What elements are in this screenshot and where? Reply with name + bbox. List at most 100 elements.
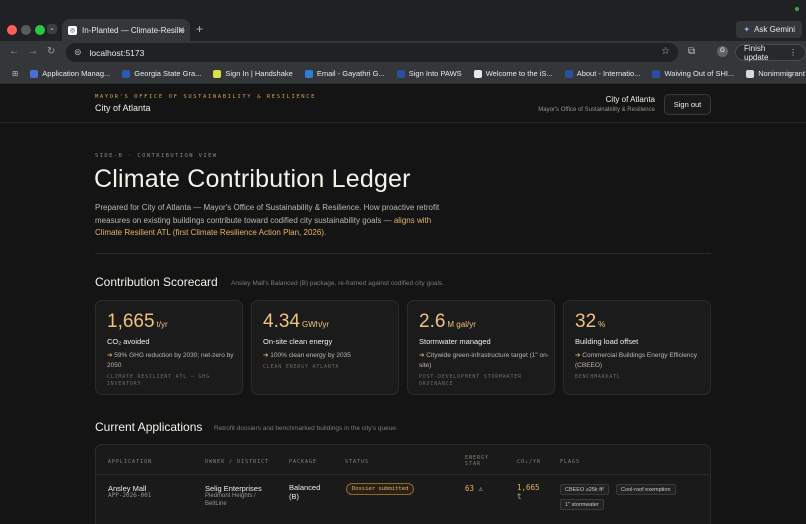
address-bar[interactable]: ⊜ localhost:5173 ☆ — [66, 43, 678, 62]
intro-end: . — [323, 228, 327, 237]
card-source: BENCHMARKATL — [575, 374, 621, 380]
co2-line1: 1,665 — [517, 483, 540, 492]
browser-toolbar: ← → ↻ ⊜ localhost:5173 ☆ ⧉ G Finish upda… — [0, 41, 806, 64]
col-header-package[interactable]: PACKAGE — [289, 459, 317, 465]
bookmark-item[interactable]: Nonimmigrant Vis... — [740, 69, 806, 78]
bookmark-label: About - Internatio... — [576, 69, 641, 78]
status-badge: Dossier submitted — [346, 483, 415, 495]
card-value: 4.34 GWh/yr — [263, 311, 329, 333]
new-tab-icon[interactable]: + — [196, 22, 203, 36]
applications-title: Current Applications — [95, 420, 203, 434]
application-id: APP-2026-001 — [108, 492, 152, 499]
card-value: 32% — [575, 311, 605, 333]
flag-chip: 1" stormwater — [560, 499, 604, 510]
reload-icon[interactable]: ↻ — [47, 46, 55, 57]
page-kicker: SIDE-B · CONTRIBUTION VIEW — [95, 153, 218, 159]
url-text: localhost:5173 — [89, 47, 145, 58]
card-value-number: 2.6 — [419, 311, 446, 332]
user-city: City of Atlanta — [605, 95, 655, 104]
col-header-status[interactable]: STATUS — [345, 459, 369, 465]
col-header-owner[interactable]: OWNER / DISTRICT — [205, 459, 269, 465]
card-note: ➔ Citywide green-infrastructure target (… — [419, 351, 549, 370]
apps-grid-icon[interactable]: ⊞ — [6, 69, 24, 78]
card-note: ➔ Commercial Buildings Energy Efficiency… — [575, 351, 705, 370]
bookmark-item[interactable]: Sign In | Handshake — [207, 69, 298, 78]
bookmark-favicon-icon — [473, 69, 482, 78]
card-note-text: 59% GHG reduction by 2030; net-zero by 2… — [107, 352, 234, 369]
card-unit: GWh/yr — [301, 320, 330, 329]
bookmark-item[interactable]: About - Internatio... — [559, 69, 647, 78]
card-value-number: 4.34 — [263, 311, 300, 332]
owner-name: Selig Enterprises — [205, 484, 262, 493]
bookmark-item[interactable]: Waiving Out of SHI... — [646, 69, 740, 78]
site-info-icon[interactable]: ⊜ — [74, 47, 82, 58]
bookmark-label: Waiving Out of SHI... — [664, 69, 735, 78]
minimize-window-button[interactable] — [21, 25, 31, 35]
card-value-number: 1,665 — [107, 311, 155, 332]
bookmarks-bar: ⊞ Application Manag... Georgia State Gra… — [0, 64, 806, 84]
col-header-application[interactable]: APPLICATION — [108, 459, 152, 465]
org-name[interactable]: City of Atlanta — [95, 103, 151, 113]
section-divider — [95, 253, 711, 254]
col-header-energy-star[interactable]: ENERGY STAR — [465, 455, 489, 467]
card-value-number: 32 — [575, 311, 597, 332]
card-value: 1,665 t/yr — [107, 311, 168, 333]
forward-arrow-icon[interactable]: → — [28, 46, 38, 57]
zoom-window-button[interactable] — [35, 25, 45, 35]
browser-tab-strip: ⌄ ◎ In-Planted — Climate-Resilie ✕ + ✦ A… — [0, 0, 806, 41]
card-unit: M gal/yr — [447, 320, 476, 329]
recording-indicator-icon — [795, 7, 799, 11]
bookmark-item[interactable]: Email - Gayathri G... — [299, 69, 391, 78]
col-header-flags[interactable]: FLAGS — [560, 459, 580, 465]
tab-search-icon[interactable]: ⌄ — [47, 24, 57, 34]
kebab-menu-icon: ⋮ — [789, 48, 797, 57]
card-label: On-site clean energy — [263, 337, 333, 346]
finish-update-button[interactable]: Finish update ⋮ — [735, 44, 806, 62]
bookmark-label: Email - Gayathri G... — [316, 69, 385, 78]
bookmark-label: Georgia State Gra... — [134, 69, 202, 78]
card-label: CO₂ avoided — [107, 337, 150, 346]
ask-gemini-label: Ask Gemini — [754, 25, 795, 34]
more-bookmarks-icon[interactable]: » — [787, 68, 792, 78]
table-header-divider — [96, 474, 710, 475]
scorecard-title: Contribution Scorecard — [95, 275, 218, 289]
back-arrow-icon[interactable]: ← — [9, 46, 19, 57]
org-kicker: MAYOR'S OFFICE OF SUSTAINABILITY & RESIL… — [95, 94, 317, 100]
sign-out-button[interactable]: Sign out — [664, 94, 711, 115]
page-title: Climate Contribution Ledger — [94, 165, 411, 193]
bookmark-item[interactable]: Georgia State Gra... — [116, 69, 207, 78]
card-value: 2.6 M gal/yr — [419, 311, 476, 333]
bookmark-item[interactable]: Sign Into PAWS — [391, 69, 468, 78]
energy-star-score: 63 ⚠ — [465, 484, 484, 493]
col-header-co2[interactable]: CO₂/YR — [517, 459, 541, 465]
bookmark-label: Sign In | Handshake — [225, 69, 293, 78]
bookmark-favicon-icon — [304, 69, 313, 78]
card-note: ➔ 59% GHG reduction by 2030; net-zero by… — [107, 351, 237, 370]
bookmark-label: Nonimmigrant Vis... — [758, 69, 806, 78]
app-header: MAYOR'S OFFICE OF SUSTAINABILITY & RESIL… — [0, 85, 806, 123]
card-note: ➔ 100% clean energy by 2035 — [263, 351, 393, 361]
close-window-button[interactable] — [7, 25, 17, 35]
scorecard-card-energy: 4.34 GWh/yr On-site clean energy ➔ 100% c… — [251, 300, 399, 395]
profile-avatar[interactable]: G — [717, 46, 728, 57]
ask-gemini-button[interactable]: ✦ Ask Gemini — [736, 21, 802, 38]
card-note-text: 100% clean energy by 2035 — [270, 352, 351, 359]
bookmark-item[interactable]: Application Manag... — [24, 69, 116, 78]
col-header-star-line: STAR — [465, 461, 482, 467]
bookmark-favicon-icon — [746, 69, 755, 78]
scorecard-subtitle: Ansley Mall's Balanced (B) package, re-f… — [231, 280, 444, 287]
bookmark-label: Welcome to the iS... — [485, 69, 553, 78]
bookmark-item[interactable]: Welcome to the iS... — [468, 69, 559, 78]
close-tab-icon[interactable]: ✕ — [177, 25, 185, 36]
browser-tab[interactable]: ◎ In-Planted — Climate-Resilie ✕ — [62, 19, 190, 41]
bookmark-star-icon[interactable]: ☆ — [661, 46, 670, 57]
scorecard-card-co2: 1,665 t/yr CO₂ avoided ➔ 59% GHG reductio… — [95, 300, 243, 395]
package-line2: (B) — [289, 492, 299, 501]
package-line1: Balanced — [289, 483, 321, 492]
globe-icon: ◎ — [68, 25, 77, 35]
card-note-text: Commercial Buildings Energy Efficiency (… — [575, 352, 698, 369]
card-source: CLIMATE RESILIENT ATL — GHG INVENTORY — [107, 374, 210, 387]
owner-district: Piedmont Heights / BeltLine — [205, 493, 256, 507]
bookmark-label: Sign Into PAWS — [408, 69, 462, 78]
extensions-puzzle-icon[interactable]: ⧉ — [688, 46, 695, 57]
